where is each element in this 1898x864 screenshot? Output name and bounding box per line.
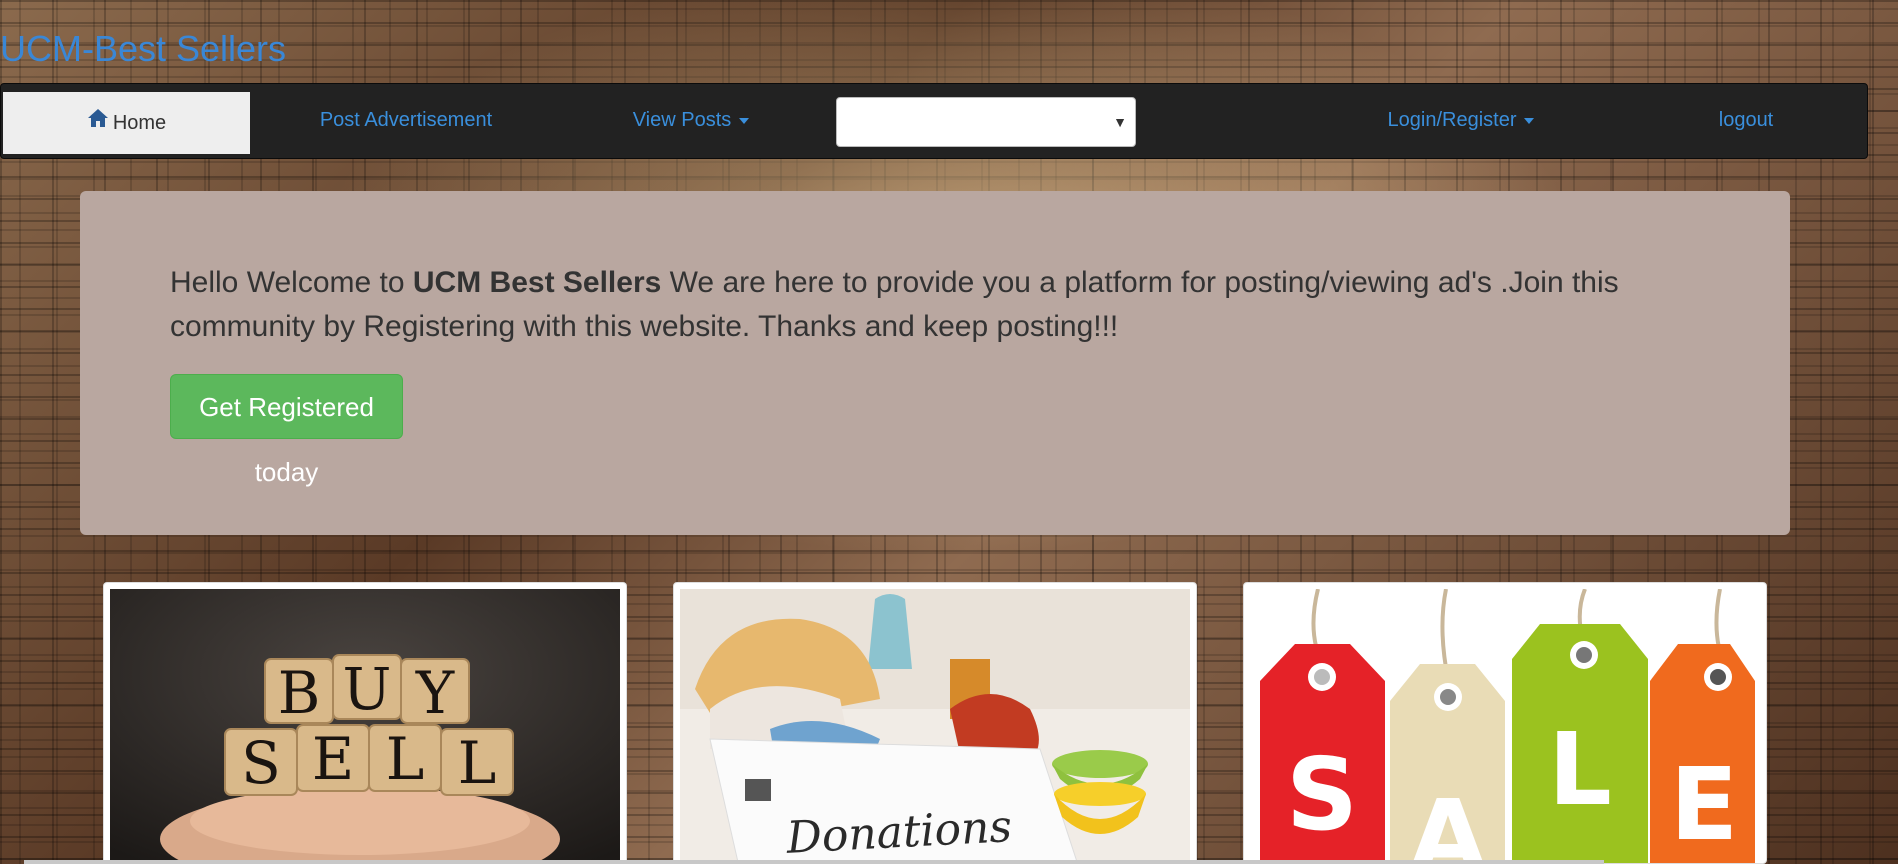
horizontal-scrollbar[interactable] [24,860,1604,864]
thumbnail-sale[interactable]: S A L E [1243,582,1767,864]
nav-home-label: Home [112,112,167,134]
welcome-message: Hello Welcome to UCM Best Sellers We are… [170,261,1730,349]
category-select[interactable]: ▼ [836,97,1136,147]
welcome-brand: UCM Best Sellers [412,266,662,299]
nav-logout[interactable]: logout [1691,90,1801,150]
donations-image: Donations [680,589,1190,863]
sale-image: S A L E [1250,589,1760,863]
donations-label: Donations [784,801,1013,863]
nav-view-posts-label: View Posts [632,109,732,131]
sale-letter-l: L [1548,711,1612,828]
get-registered-button[interactable]: Get Registered today [170,374,403,487]
welcome-intro: Hello Welcome to [170,266,413,299]
sell-letter-l1: L [386,725,425,793]
nav-logout-label: logout [1718,109,1774,131]
caret-down-icon [739,117,750,124]
sale-letter-a: A [1409,778,1486,863]
sell-letter-s: S [241,729,281,797]
sell-letter-e: E [312,725,354,793]
select-arrow-icon: ▼ [1113,114,1127,130]
sell-letter-l2: L [458,729,497,797]
nav-post-ad-label: Post Advertisement [319,109,493,131]
welcome-jumbotron: Hello Welcome to UCM Best Sellers We are… [80,191,1790,535]
nav-login-register-dropdown[interactable]: Login/Register [1361,90,1561,150]
nav-view-posts-dropdown[interactable]: View Posts [601,90,781,150]
thumbnail-buy-sell[interactable]: B U Y S E L L [103,582,627,864]
buy-sell-image: B U Y S E L L [110,589,620,863]
sale-letter-s: S [1286,736,1358,853]
nav-login-register-label: Login/Register [1387,109,1517,131]
thumbnail-donations[interactable]: Donations [673,582,1197,864]
main-navbar: Home Post Advertisement View Posts ▼ Log… [0,83,1868,159]
home-icon [87,91,109,153]
buy-letter-b: B [278,659,321,727]
buy-letter-y: Y [415,659,455,727]
nav-post-advertisement[interactable]: Post Advertisement [291,90,521,150]
caret-down-icon [1524,117,1535,124]
nav-home[interactable]: Home [3,92,250,154]
buy-letter-u: U [343,655,392,723]
site-title[interactable]: UCM-Best Sellers [0,28,286,70]
sale-letter-e: E [1670,746,1738,863]
